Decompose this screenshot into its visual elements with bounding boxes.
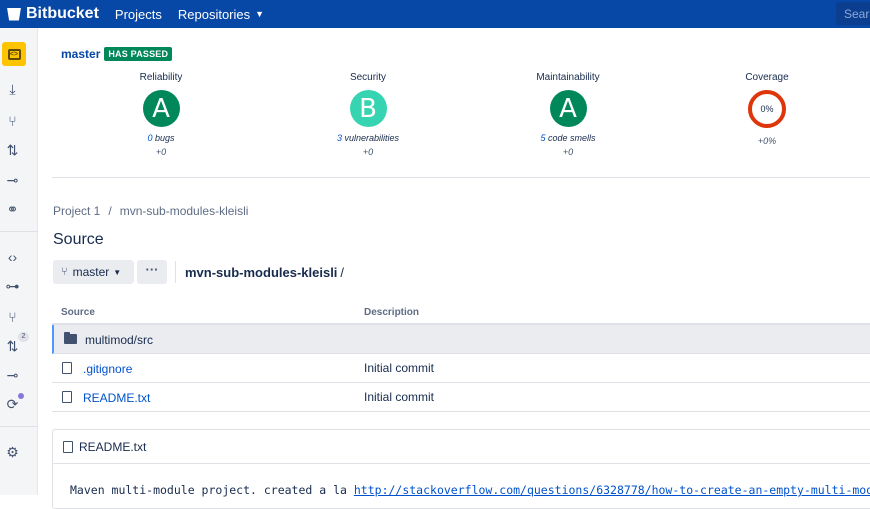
branch-selector[interactable]: ⑂ master ▼ (53, 260, 134, 284)
product-name: Bitbucket (26, 5, 99, 22)
chevron-down-icon: ▼ (113, 267, 122, 277)
pull-requests-icon[interactable]: ⇅ (4, 142, 21, 159)
metric-count: 0 (147, 133, 153, 143)
metric-security: Security B 3 vulnerabilities +0 (308, 72, 428, 157)
metric-title: Security (349, 72, 387, 83)
repo-name[interactable]: mvn-sub-modules-kleisli (185, 265, 337, 280)
page-title: Source (53, 231, 104, 248)
bitbucket-logo-icon (7, 7, 21, 21)
grade-rating[interactable]: B (349, 90, 387, 127)
settings-icon[interactable]: ⚙ (4, 444, 21, 461)
metric-delta: +0% (757, 136, 777, 146)
metric-maintainability: Maintainability A 5 code smells +0 (508, 72, 628, 157)
folder-icon (64, 332, 77, 344)
file-icon (62, 362, 72, 374)
search-input[interactable]: Search (836, 2, 870, 25)
file-icon (63, 440, 73, 453)
grade-rating[interactable]: A (142, 90, 180, 127)
metric-label: bugs (155, 133, 175, 143)
bitbucket-logo[interactable]: Bitbucket (7, 5, 99, 23)
metric-label: vulnerabilities (344, 133, 400, 143)
metric-delta: +0 (362, 147, 374, 157)
pipelines-icon[interactable]: ⊸ (4, 367, 21, 384)
metric-title: Maintainability (536, 72, 600, 83)
pull-requests-icon[interactable]: ⇅ (4, 338, 21, 355)
quality-gate-branch[interactable]: master (61, 47, 100, 61)
coverage-ring[interactable]: 0% (748, 90, 786, 128)
breadcrumb-project[interactable]: Project 1 (53, 204, 100, 218)
branch-name: master (72, 265, 110, 279)
sidebar-divider (0, 426, 38, 427)
sidebar: <> ⤓ ⑂ ⇅ ⊸ ⚭ ‹› ⊶ ⑂ ⇅ 2 ⊸ ⟳ ⚙ (0, 28, 38, 495)
nav-projects-label: Projects (114, 6, 162, 22)
row-description: Initial commit (364, 361, 435, 375)
metric-count: 5 (540, 133, 546, 143)
download-icon[interactable]: ⤓ (4, 81, 21, 98)
row-description: Initial commit (364, 390, 435, 404)
file-icon (62, 391, 72, 403)
metric-issues[interactable]: 0 bugs (101, 133, 221, 143)
breadcrumb-separator: / (108, 204, 112, 218)
top-navigation-bar: Bitbucket Projects Repositories ▼ Search (0, 0, 870, 28)
commits-icon[interactable]: ⊶ (4, 278, 21, 295)
pipelines-icon[interactable]: ⊸ (4, 172, 21, 189)
divider (52, 177, 870, 178)
table-row[interactable]: README.txt Initial commit (52, 383, 870, 412)
readme-panel: README.txt Maven multi-module project. c… (52, 429, 870, 509)
metric-coverage: Coverage 0% +0% (707, 72, 827, 146)
metric-count: 3 (336, 133, 342, 143)
notification-dot (18, 393, 24, 399)
breadcrumb: Project 1 / mvn-sub-modules-kleisli (53, 204, 248, 218)
table-row[interactable]: multimod/src (52, 325, 870, 354)
source-icon: <> (7, 48, 21, 60)
chevron-down-icon: ▼ (255, 9, 265, 19)
compare-icon[interactable]: ⚭ (4, 201, 21, 218)
more-actions-button[interactable]: ··· (137, 260, 167, 284)
nav-projects[interactable]: Projects (115, 7, 162, 22)
quality-gate-status-badge: HAS PASSED (104, 47, 173, 61)
readme-content: Maven multi-module project. created a la… (53, 464, 870, 497)
table-row[interactable]: .gitignore Initial commit (52, 354, 870, 383)
metric-label: code smells (548, 133, 596, 143)
metric-reliability: Reliability A 0 bugs +0 (101, 72, 221, 157)
nav-repositories-label: Repositories (177, 6, 251, 22)
column-header-description: Description (364, 307, 420, 318)
grade-rating[interactable]: A (549, 90, 587, 127)
nav-repositories[interactable]: Repositories ▼ (178, 7, 264, 22)
code-icon[interactable]: ‹› (4, 248, 21, 265)
metric-title: Reliability (139, 72, 183, 83)
metric-title: Coverage (745, 72, 789, 83)
metric-delta: +0 (155, 147, 167, 157)
quality-gate-header: master HAS PASSED (61, 47, 173, 61)
branches-icon[interactable]: ⑂ (4, 308, 21, 325)
readme-filename: README.txt (79, 439, 147, 454)
path-separator: / (340, 265, 345, 280)
row-name[interactable]: .gitignore (83, 362, 132, 376)
table-header: Source Description (52, 304, 870, 325)
branches-icon[interactable]: ⑂ (4, 112, 21, 129)
metric-delta: +0 (562, 147, 574, 157)
row-name[interactable]: multimod/src (85, 333, 153, 347)
column-header-source: Source (61, 307, 95, 318)
sidebar-divider (0, 231, 38, 232)
metric-issues[interactable]: 5 code smells (508, 133, 628, 143)
sidebar-item-source[interactable]: <> (2, 42, 26, 66)
row-name[interactable]: README.txt (83, 391, 150, 405)
breadcrumb-repository[interactable]: mvn-sub-modules-kleisli (120, 204, 249, 218)
divider (175, 261, 176, 283)
pr-count-badge: 2 (18, 332, 29, 342)
readme-header: README.txt (53, 430, 870, 464)
branch-icon: ⑂ (61, 266, 68, 278)
metric-issues[interactable]: 3 vulnerabilities (308, 133, 428, 143)
repo-path: mvn-sub-modules-kleisli / (185, 265, 344, 280)
